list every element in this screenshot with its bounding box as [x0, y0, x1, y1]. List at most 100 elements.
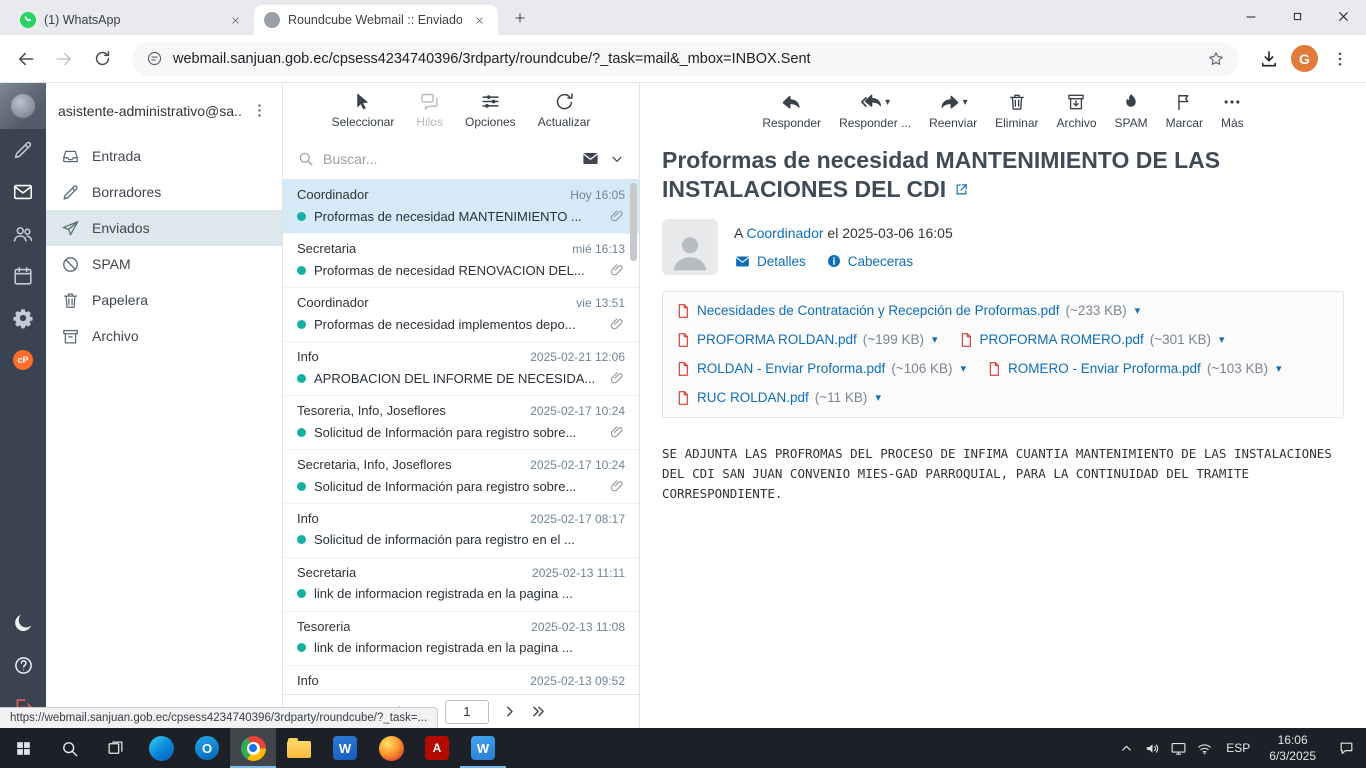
more-button[interactable]: Más	[1221, 91, 1244, 138]
select-button[interactable]: Seleccionar	[332, 91, 395, 138]
tab-close-icon[interactable]	[226, 11, 244, 29]
folder-options-icon[interactable]	[248, 100, 270, 122]
attachment-link[interactable]: Necesidades de Contratación y Recepción …	[697, 303, 1059, 318]
spam-button[interactable]: SPAM	[1115, 91, 1148, 138]
pdf-icon	[675, 361, 691, 377]
forward-button[interactable]	[48, 43, 80, 75]
site-info-icon[interactable]	[146, 50, 163, 67]
folder-sent[interactable]: Enviados	[46, 210, 282, 246]
tab-whatsapp[interactable]: (1) WhatsApp	[10, 5, 254, 35]
dark-mode-toggle[interactable]	[0, 602, 46, 644]
list-scrollbar[interactable]	[630, 183, 637, 261]
firefox-icon[interactable]	[368, 728, 414, 768]
cpanel-icon[interactable]: cP	[0, 339, 46, 381]
contacts-nav-button[interactable]	[0, 213, 46, 255]
attachment-link[interactable]: ROLDAN - Enviar Proforma.pdf	[697, 361, 885, 376]
folder-inbox[interactable]: Entrada	[46, 138, 282, 174]
task-view-icon[interactable]	[92, 728, 138, 768]
mark-button[interactable]: Marcar	[1166, 91, 1203, 138]
message-subject: APROBACION DEL INFORME DE NECESIDA...	[314, 371, 601, 386]
minimize-button[interactable]	[1228, 0, 1274, 33]
message-row[interactable]: Coordinadorvie 13:51 Proformas de necesi…	[283, 288, 639, 342]
word-document-icon[interactable]: W	[460, 728, 506, 768]
refresh-button[interactable]: Actualizar	[538, 91, 591, 138]
folder-spam[interactable]: SPAM	[46, 246, 282, 282]
attachment-link[interactable]: PROFORMA ROLDAN.pdf	[697, 332, 857, 347]
help-button[interactable]	[0, 644, 46, 686]
hidden-icons-chevron-icon[interactable]	[1113, 728, 1139, 768]
threads-button[interactable]: Hilos	[416, 91, 443, 138]
attachment-menu-icon[interactable]: ▾	[873, 391, 881, 404]
attachment-link[interactable]: PROFORMA ROMERO.pdf	[980, 332, 1144, 347]
folder-archive[interactable]: Archivo	[46, 318, 282, 354]
message-row[interactable]: Secretaria, Info, Joseflores2025-02-17 1…	[283, 450, 639, 504]
attachment-menu-icon[interactable]: ▾	[1133, 304, 1141, 317]
message-row[interactable]: CoordinadorHoy 16:05 Proformas de necesi…	[283, 180, 639, 234]
message-row[interactable]: Secretariamié 16:13 Proformas de necesid…	[283, 234, 639, 288]
new-tab-button[interactable]	[506, 4, 534, 32]
message-row[interactable]: Secretaria2025-02-13 11:11 link de infor…	[283, 558, 639, 612]
outlook-icon[interactable]: O	[184, 728, 230, 768]
network-icon[interactable]	[1191, 728, 1217, 768]
archive-button[interactable]: Archivo	[1056, 91, 1096, 138]
headers-link[interactable]: Cabeceras	[826, 253, 913, 270]
mail-nav-button[interactable]	[0, 171, 46, 213]
reply-all-button[interactable]: ▾Responder ...	[839, 91, 911, 138]
start-button[interactable]	[0, 728, 46, 768]
action-center-icon[interactable]	[1326, 740, 1366, 757]
attachment-link[interactable]: RUC ROLDAN.pdf	[697, 390, 809, 405]
delete-button[interactable]: Eliminar	[995, 91, 1038, 138]
page-number-input[interactable]	[445, 700, 489, 724]
next-page-icon[interactable]	[501, 703, 518, 720]
reload-button[interactable]	[86, 43, 118, 75]
word-icon[interactable]: W	[322, 728, 368, 768]
display-icon[interactable]	[1165, 728, 1191, 768]
maximize-button[interactable]	[1274, 0, 1320, 33]
options-button[interactable]: Opciones	[465, 91, 516, 138]
reply-all-dropdown-icon[interactable]: ▾	[885, 97, 890, 108]
message-row[interactable]: Info2025-02-13 09:52	[283, 666, 639, 694]
search-scope-icon[interactable]	[581, 149, 600, 168]
file-explorer-icon[interactable]	[276, 728, 322, 768]
search-input[interactable]	[323, 151, 572, 167]
reply-button[interactable]: Responder	[762, 91, 821, 138]
forward-button[interactable]: ▾Reenviar	[929, 91, 977, 138]
folder-drafts[interactable]: Borradores	[46, 174, 282, 210]
address-bar[interactable]: webmail.sanjuan.gob.ec/cpsess4234740396/…	[132, 42, 1239, 76]
folder-trash[interactable]: Papelera	[46, 282, 282, 318]
message-date: Hoy 16:05	[570, 188, 625, 202]
attachment-menu-icon[interactable]: ▾	[930, 333, 938, 346]
profile-avatar[interactable]: G	[1291, 45, 1318, 72]
tab-close-icon[interactable]	[470, 11, 488, 29]
bookmark-star-icon[interactable]	[1207, 50, 1225, 68]
volume-icon[interactable]	[1139, 728, 1165, 768]
attachment-menu-icon[interactable]: ▾	[958, 362, 966, 375]
forward-dropdown-icon[interactable]: ▾	[963, 97, 968, 108]
tab-roundcube[interactable]: Roundcube Webmail :: Enviado...	[254, 5, 498, 35]
message-row[interactable]: Tesoreria, Info, Joseflores2025-02-17 10…	[283, 396, 639, 450]
search-options-chevron-icon[interactable]	[609, 151, 625, 167]
open-in-new-window-icon[interactable]	[954, 175, 969, 204]
details-link[interactable]: Detalles	[734, 253, 806, 270]
language-indicator[interactable]: ESP	[1217, 741, 1259, 755]
last-page-icon[interactable]	[530, 703, 547, 720]
back-button[interactable]	[10, 43, 42, 75]
chrome-icon[interactable]	[230, 728, 276, 768]
downloads-icon[interactable]	[1253, 43, 1285, 75]
attachment-link[interactable]: ROMERO - Enviar Proforma.pdf	[1008, 361, 1201, 376]
browser-menu-icon[interactable]	[1324, 43, 1356, 75]
settings-nav-button[interactable]	[0, 297, 46, 339]
attachment-menu-icon[interactable]: ▾	[1274, 362, 1282, 375]
close-button[interactable]	[1320, 0, 1366, 33]
compose-button[interactable]	[0, 129, 46, 171]
message-row[interactable]: Tesoreria2025-02-13 11:08 link de inform…	[283, 612, 639, 666]
edge-icon[interactable]	[138, 728, 184, 768]
attachment-menu-icon[interactable]: ▾	[1217, 333, 1225, 346]
acrobat-icon[interactable]: A	[414, 728, 460, 768]
message-row[interactable]: Info2025-02-17 08:17 Solicitud de inform…	[283, 504, 639, 558]
calendar-nav-button[interactable]	[0, 255, 46, 297]
taskbar-clock[interactable]: 16:06 6/3/2025	[1259, 732, 1326, 764]
message-row[interactable]: Info2025-02-21 12:06 APROBACION DEL INFO…	[283, 342, 639, 396]
taskbar-search-icon[interactable]	[46, 728, 92, 768]
recipient-link[interactable]: Coordinador	[746, 225, 823, 241]
